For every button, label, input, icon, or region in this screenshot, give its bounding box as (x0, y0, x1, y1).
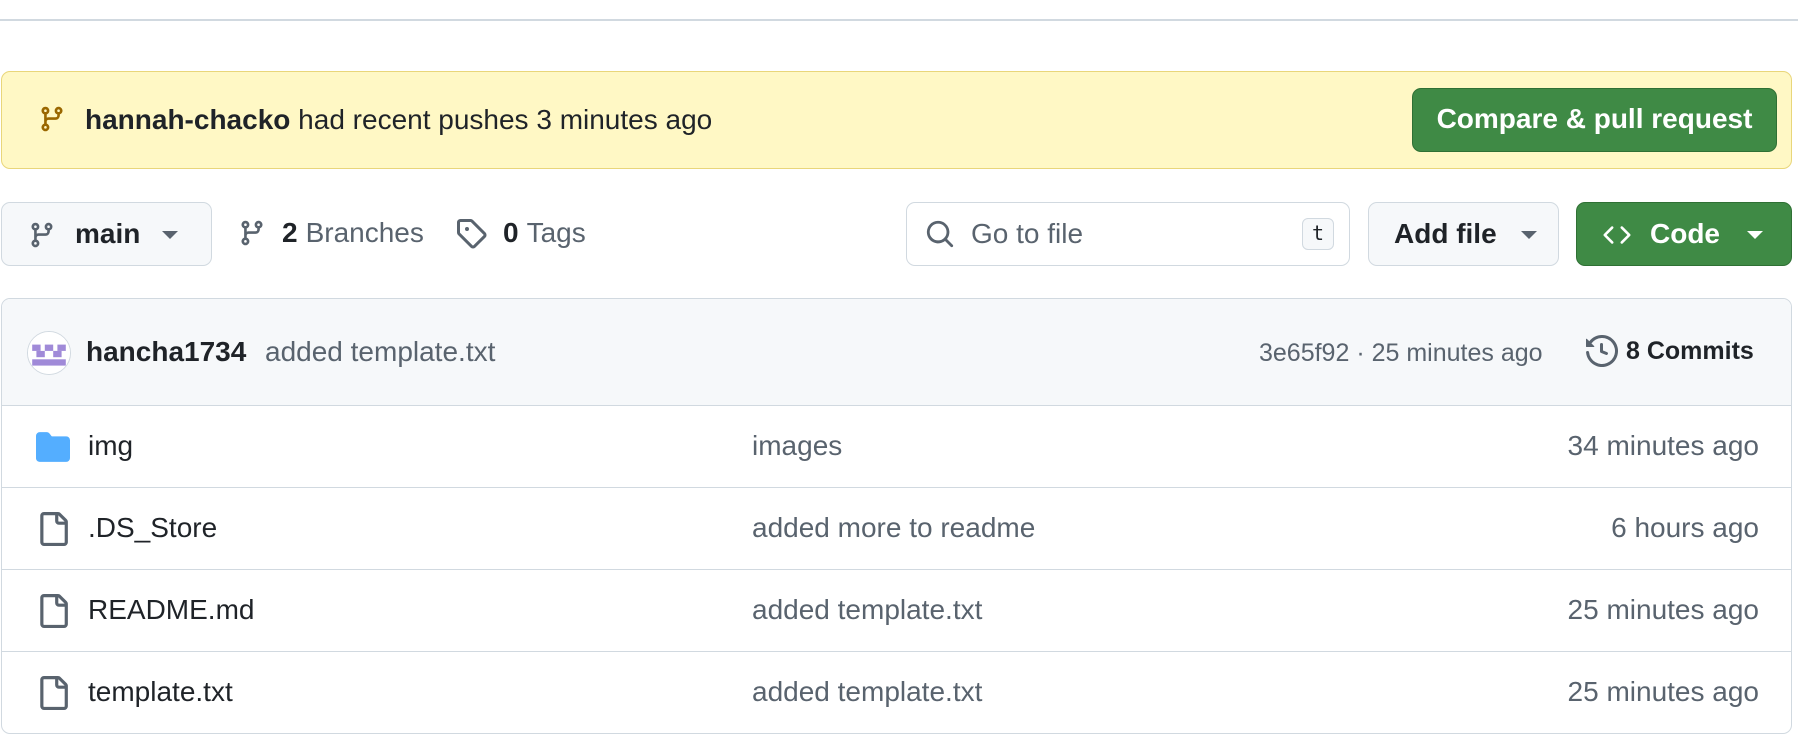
tag-icon (457, 219, 487, 249)
caret-down-icon (1747, 231, 1763, 239)
code-button[interactable]: Code (1576, 202, 1792, 266)
identicon-icon (28, 332, 70, 374)
branches-count: 2 (282, 217, 298, 248)
latest-commit-bar: hancha1734 added template.txt 3e65f92 · … (2, 299, 1791, 406)
file-commit-time: 34 minutes ago (1567, 430, 1759, 461)
commit-hash-time[interactable]: 3e65f92 · 25 minutes ago (1259, 336, 1543, 370)
file-commit-message-link[interactable]: added template.txt (752, 592, 982, 628)
branch-name: main (75, 218, 141, 249)
commit-message-link[interactable]: added template.txt (265, 334, 495, 370)
top-divider (0, 19, 1798, 21)
file-commit-time: 25 minutes ago (1567, 676, 1759, 707)
search-icon (926, 220, 954, 248)
add-file-button[interactable]: Add file (1368, 202, 1559, 266)
file-icon (40, 594, 68, 628)
git-branch-icon (31, 222, 53, 248)
tags-count: 0 (503, 217, 519, 248)
banner-message: hannah-chacko had recent pushes 3 minute… (85, 102, 712, 138)
git-branch-icon (41, 106, 63, 132)
go-to-file-input[interactable] (971, 215, 1271, 253)
file-commit-time: 6 hours ago (1611, 512, 1759, 543)
avatar[interactable] (27, 331, 71, 375)
go-to-file-search: t (906, 202, 1350, 266)
branches-label: Branches (305, 217, 424, 248)
history-icon (1586, 335, 1618, 367)
recent-pushes-banner: hannah-chacko had recent pushes 3 minute… (1, 71, 1792, 169)
file-list: hancha1734 added template.txt 3e65f92 · … (1, 298, 1792, 734)
file-commit-time: 25 minutes ago (1567, 594, 1759, 625)
commits-history-link[interactable]: 8 Commits (1586, 332, 1754, 370)
file-commit-message-link[interactable]: added more to readme (752, 510, 1035, 546)
keyboard-shortcut-hint: t (1302, 218, 1334, 250)
commit-author-link[interactable]: hancha1734 (86, 334, 246, 370)
tags-label: Tags (526, 217, 586, 248)
file-name-link[interactable]: .DS_Store (88, 510, 217, 546)
code-icon (1603, 226, 1631, 244)
file-icon (40, 512, 68, 546)
file-commit-message-link[interactable]: images (752, 428, 842, 464)
file-name-link[interactable]: template.txt (88, 674, 233, 710)
file-row[interactable]: README.md added template.txt 25 minutes … (2, 570, 1791, 652)
git-branch-icon (241, 220, 263, 246)
banner-message-text: had recent pushes 3 minutes ago (298, 104, 713, 135)
file-commit-message-link[interactable]: added template.txt (752, 674, 982, 710)
caret-down-icon (162, 231, 178, 239)
file-row[interactable]: .DS_Store added more to readme 6 hours a… (2, 488, 1791, 570)
branches-link[interactable]: 2 Branches (238, 215, 424, 251)
caret-down-icon (1521, 231, 1537, 239)
file-name-link[interactable]: img (88, 428, 133, 464)
file-icon (40, 676, 68, 710)
add-file-label: Add file (1394, 218, 1497, 249)
tags-link[interactable]: 0 Tags (455, 215, 586, 251)
banner-user-link[interactable]: hannah-chacko (85, 104, 290, 135)
commits-count-label: 8 Commits (1626, 336, 1754, 365)
file-row[interactable]: template.txt added template.txt 25 minut… (2, 652, 1791, 733)
code-label: Code (1650, 218, 1720, 249)
folder-icon (36, 432, 70, 462)
compare-pull-request-button[interactable]: Compare & pull request (1412, 88, 1777, 152)
branch-select-button[interactable]: main (1, 202, 212, 266)
file-row[interactable]: img images 34 minutes ago (2, 406, 1791, 488)
file-name-link[interactable]: README.md (88, 592, 254, 628)
